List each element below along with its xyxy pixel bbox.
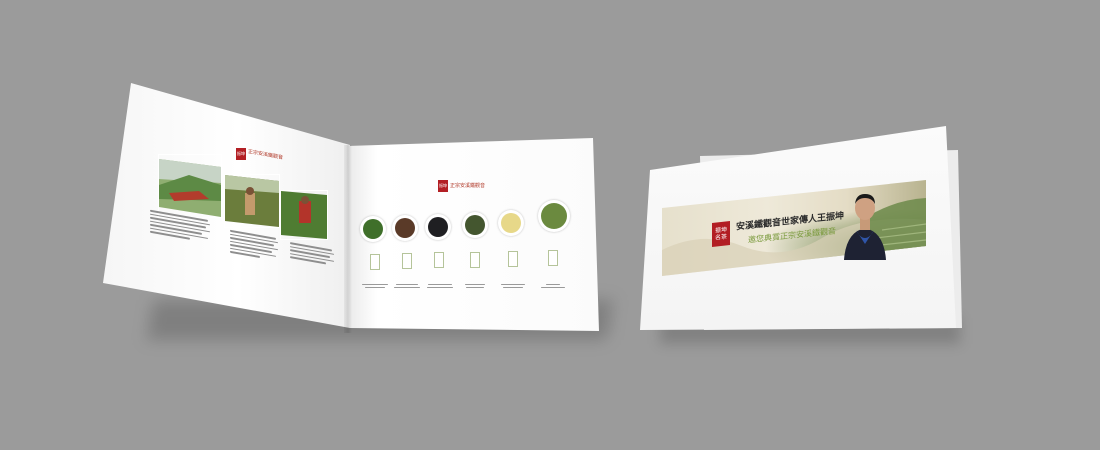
tea-leaf-circle-2 <box>392 215 418 241</box>
tea-step-label-6 <box>548 250 558 266</box>
tea-leaf-circle-1 <box>360 216 386 242</box>
tea-step-caption-4 <box>460 284 490 289</box>
tea-step-label-3 <box>434 252 444 268</box>
right-page-title: 正宗安溪鐵觀音 <box>450 183 486 189</box>
right-page-seal-logo: 振坤 <box>438 180 448 192</box>
tea-step-label-2 <box>402 253 412 269</box>
card-seal-logo: 振坤 名茶 <box>712 221 730 247</box>
seal-line: 振坤 <box>439 183 447 188</box>
tea-liquor-circle <box>498 210 524 236</box>
tea-leaf-circle-3 <box>425 214 451 240</box>
seal-line-2: 名茶 <box>714 233 727 242</box>
tea-step-caption-3 <box>425 284 455 289</box>
tea-step-caption-2 <box>392 284 422 289</box>
tea-picker-photo <box>280 190 328 240</box>
tea-mountain-photo <box>158 154 222 218</box>
tea-step-caption-5 <box>498 284 528 289</box>
brewed-leaf-circle <box>538 200 570 232</box>
left-page-seal-logo: 振坤 <box>236 148 246 160</box>
tea-master-portrait <box>844 194 886 260</box>
seal-line: 振坤 <box>237 151 245 156</box>
tea-worker-photo <box>224 174 280 228</box>
tea-step-label-1 <box>370 254 380 270</box>
tea-step-caption-1 <box>360 284 390 289</box>
brochure-spine <box>344 145 352 333</box>
tea-step-label-4 <box>470 252 480 268</box>
tea-step-caption-6 <box>538 284 568 289</box>
tea-step-label-5 <box>508 251 518 267</box>
tea-leaf-circle-4 <box>462 212 488 238</box>
mockup-scene: 振坤 正宗安溪鐵觀音 振坤 正宗安溪鐵觀音 振坤 名茶 安溪鐵觀音世家傳人王振坤… <box>0 0 1100 450</box>
